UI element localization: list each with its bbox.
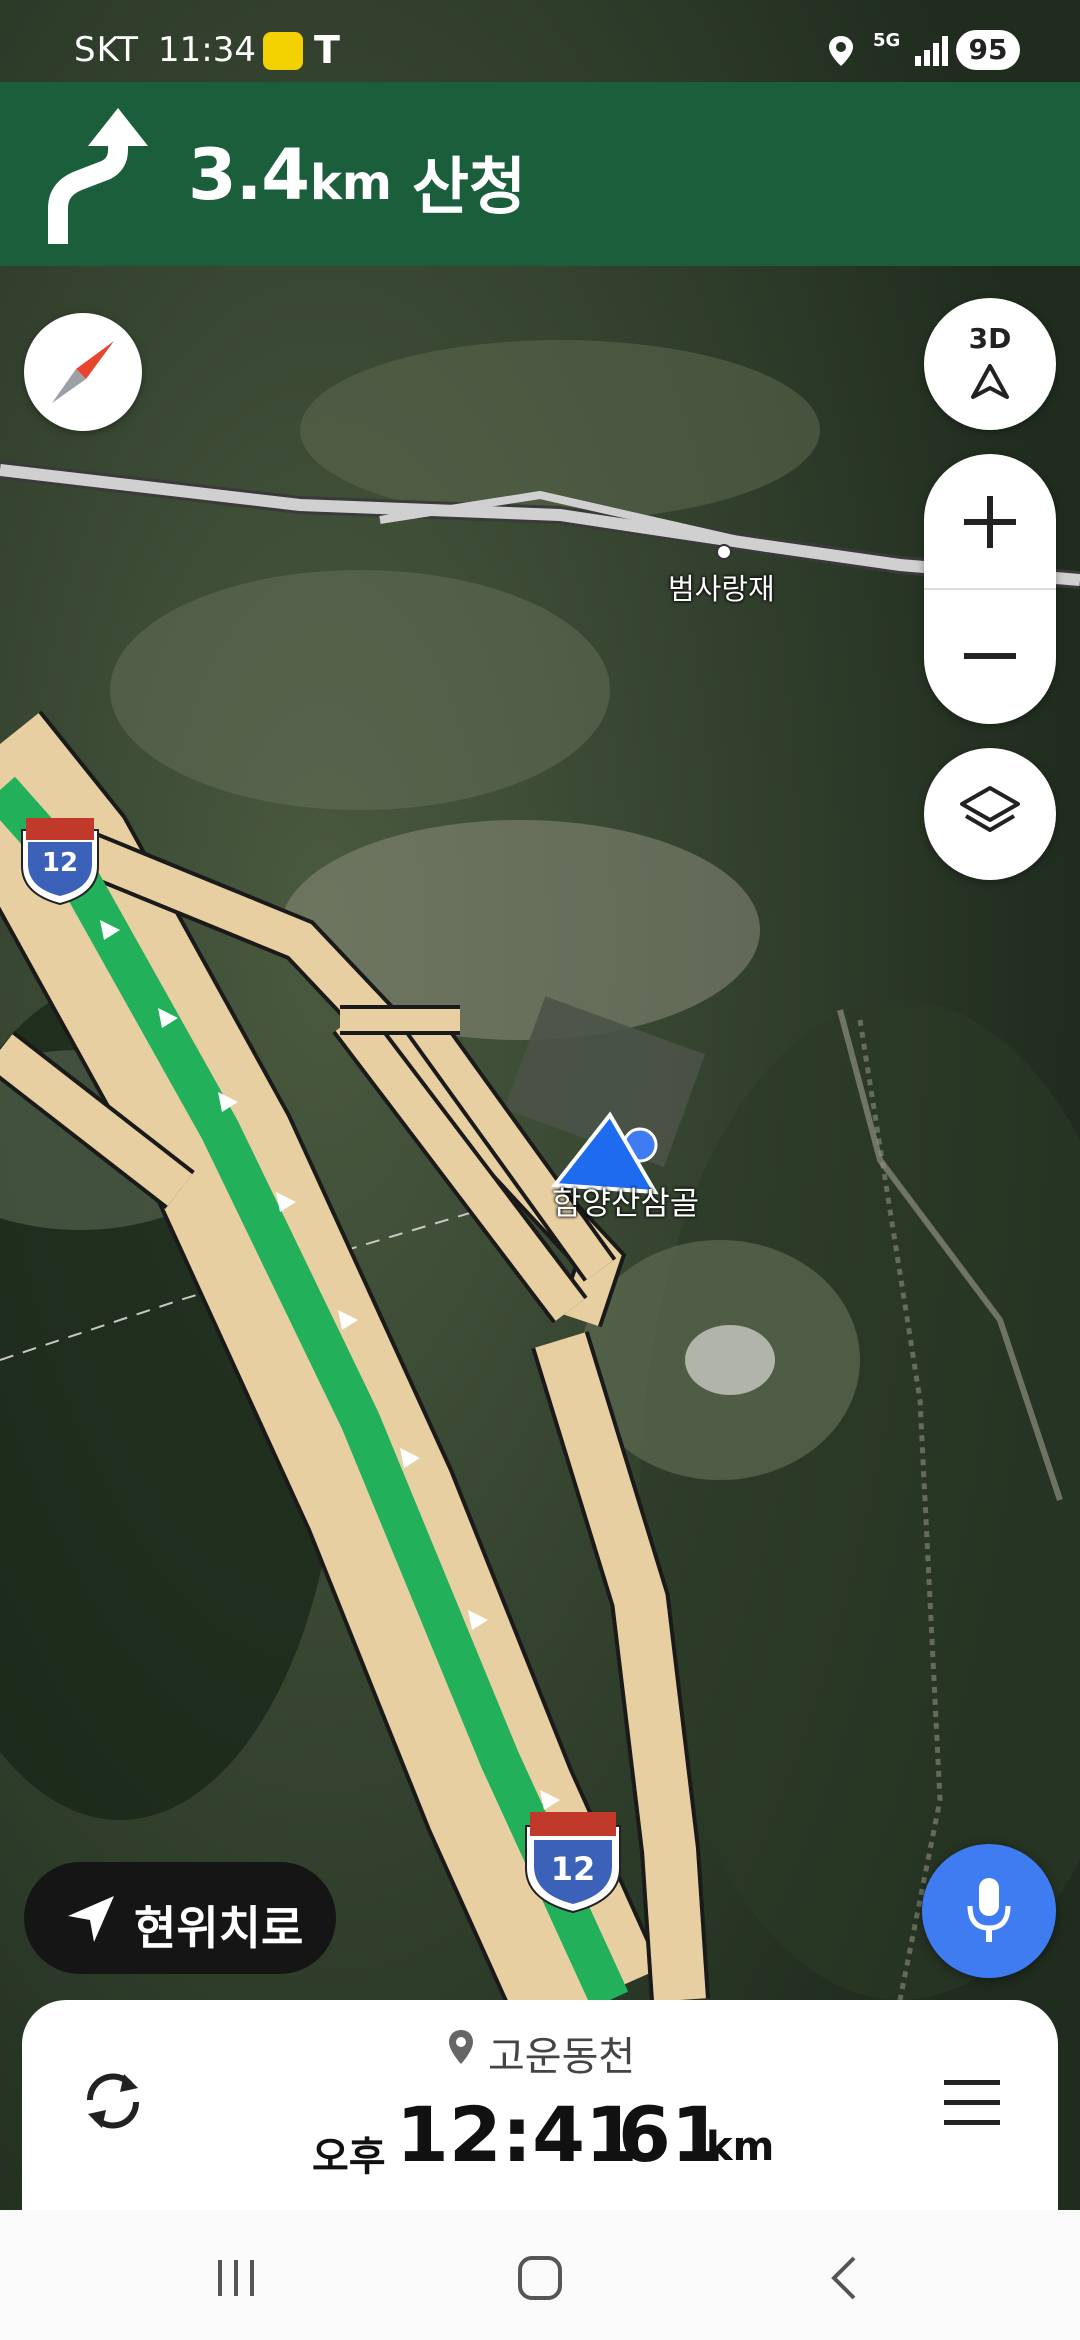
status-bar: SKT 11:34 T 5G 95	[0, 0, 1080, 82]
arrival-period: 오후	[312, 2134, 386, 2180]
recenter-button[interactable]: 현위치로	[24, 1862, 336, 1974]
system-navigation-bar	[0, 2210, 1080, 2340]
zoom-in-button[interactable]	[924, 454, 1056, 588]
route-shield-label: 12	[41, 848, 79, 878]
next-turn-distance: 3.4	[188, 134, 310, 216]
destination-pin-icon	[449, 2030, 473, 2064]
satellite-map[interactable]	[0, 0, 1080, 2340]
minus-icon	[964, 653, 1016, 659]
location-icon	[829, 36, 853, 66]
layers-icon	[960, 786, 1020, 832]
trip-summary-card[interactable]: 고운동천 오후 12:41 61 km	[22, 2000, 1058, 2210]
voice-search-button[interactable]	[922, 1844, 1056, 1978]
plus-icon	[964, 496, 1016, 548]
signal-icon	[915, 36, 948, 66]
arrival-time: 12:41	[396, 2090, 638, 2179]
recent-apps-icon[interactable]	[212, 2256, 262, 2300]
battery-indicator: 95	[956, 30, 1020, 70]
next-turn-destination: 산청	[412, 150, 527, 223]
next-turn-distance-unit: km	[310, 155, 392, 211]
clock: 11:34	[158, 30, 256, 70]
map-label-rest-area: 함양산삼골	[552, 1184, 700, 1222]
carrier-label: SKT	[74, 30, 140, 70]
recenter-label: 현위치로	[134, 1901, 304, 1955]
microphone-icon	[967, 1878, 1011, 1942]
home-icon[interactable]	[516, 2254, 564, 2302]
t-map-icon: T	[314, 28, 340, 72]
map-label-pass: 범사랑재	[668, 572, 775, 606]
kakao-app-icon	[263, 32, 303, 70]
view-mode-3d-button[interactable]: 3D	[924, 298, 1056, 430]
turn-right-then-left-icon	[48, 108, 148, 244]
network-type: 5G	[873, 30, 901, 51]
reroute-icon[interactable]	[78, 2066, 148, 2136]
trip-destination: 고운동천	[488, 2034, 636, 2080]
compass-button[interactable]	[24, 313, 142, 431]
navigation-arrow-icon	[971, 364, 1009, 399]
route-shield-label: 12	[550, 1850, 596, 1888]
compass-icon	[52, 341, 114, 403]
guidance-banner[interactable]: 3.4 km 산청	[0, 82, 1080, 266]
map-layers-button[interactable]	[924, 748, 1056, 880]
location-arrow-icon	[68, 1896, 114, 1942]
back-icon[interactable]	[824, 2254, 864, 2302]
zoom-out-button[interactable]	[924, 590, 1056, 724]
remaining-distance-unit: km	[706, 2124, 775, 2170]
view-mode-label: 3D	[968, 322, 1012, 355]
zoom-control	[924, 454, 1056, 724]
menu-icon[interactable]	[942, 2076, 1002, 2128]
